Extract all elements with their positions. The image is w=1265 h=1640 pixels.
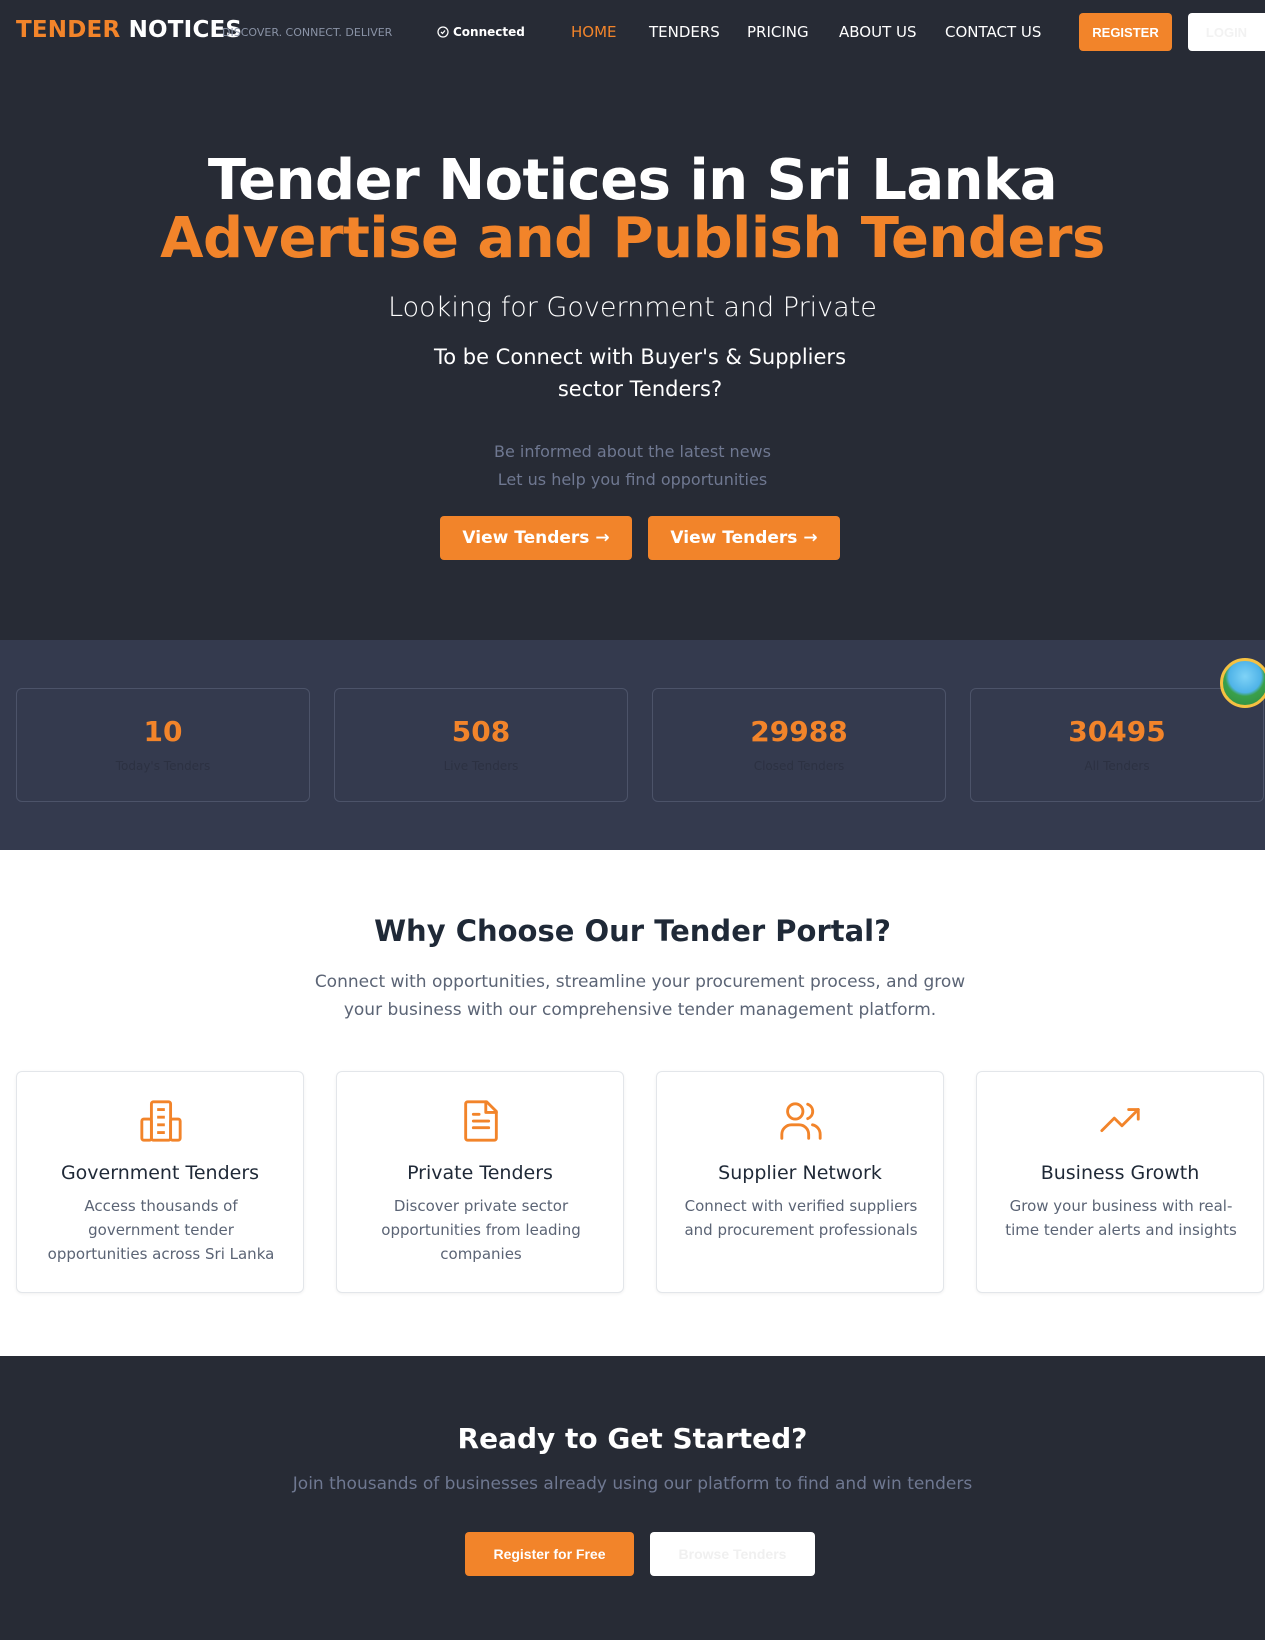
stat-card-today: 10 Today's Tenders: [16, 688, 310, 802]
nav-link-contact-us[interactable]: CONTACT US: [945, 23, 1041, 41]
hero-title-highlight: Advertise and Publish Tenders: [160, 206, 1105, 271]
nav-link-tenders[interactable]: TENDERS: [649, 23, 720, 41]
feature-card-description: Access thousands of government tender op…: [47, 1197, 275, 1263]
stat-card-closed: 29988 Closed Tenders: [652, 688, 946, 802]
stats-section: 10 Today's Tenders 508 Live Tenders 2998…: [0, 640, 1265, 850]
feature-card-title: Government Tenders: [60, 1162, 260, 1184]
register-button[interactable]: REGISTER: [1079, 13, 1172, 51]
features-title: Why Choose Our Tender Portal?: [374, 914, 891, 948]
login-button[interactable]: LOGIN: [1188, 13, 1265, 51]
connection-status-label: Connected: [453, 25, 525, 39]
stat-value: 10: [143, 715, 183, 748]
hero-info: Be informed about the latest news Let us…: [0, 438, 1265, 494]
feature-card-description: Connect with verified suppliers and proc…: [684, 1197, 918, 1239]
view-tenders-button-2[interactable]: View Tenders →: [648, 516, 840, 560]
brand-logo[interactable]: TENDER NOTICES: [16, 17, 242, 43]
stat-label: Closed Tenders: [753, 759, 845, 773]
hero-info-line1: Be informed about the latest news: [494, 442, 771, 461]
feature-card-growth: Business Growth Grow your business with …: [976, 1071, 1264, 1293]
hero-title: Tender Notices in Sri Lanka: [207, 148, 1058, 213]
stat-label: Today's Tenders: [115, 759, 211, 773]
hero-subtitle: Looking for Government and Private: [388, 292, 877, 323]
nav-link-pricing[interactable]: PRICING: [747, 23, 809, 41]
connection-status: Connected: [437, 25, 525, 39]
feature-card-government: Government Tenders Access thousands of g…: [16, 1071, 304, 1293]
stat-value: 508: [451, 715, 511, 748]
stat-value: 30495: [1068, 715, 1166, 748]
features-section: Why Choose Our Tender Portal? Connect wi…: [0, 850, 1265, 1356]
nav-link-about-us[interactable]: ABOUT US: [839, 23, 917, 41]
cta-title: Ready to Get Started?: [457, 1422, 808, 1455]
feature-card-description: Grow your business with real-time tender…: [1005, 1197, 1237, 1239]
hero-subtitle-secondary: To be Connect with Buyer's & Suppliers s…: [433, 345, 847, 401]
feature-card-private: Private Tenders Discover private sector …: [336, 1071, 624, 1293]
feature-card-supplier: Supplier Network Connect with verified s…: [656, 1071, 944, 1293]
brand-part1: TENDER: [16, 17, 121, 43]
cta-section: Ready to Get Started? Join thousands of …: [0, 1356, 1265, 1640]
nav-link-home[interactable]: HOME: [571, 23, 617, 41]
register-free-button[interactable]: Register for Free: [465, 1532, 634, 1576]
feature-card-title: Private Tenders: [407, 1162, 553, 1184]
feature-card-description: Discover private sector opportunities fr…: [381, 1197, 581, 1263]
cta-description: Join thousands of businesses already usi…: [292, 1474, 973, 1494]
building-icon: [140, 1100, 182, 1142]
hero-info-line2: Let us help you find opportunities: [497, 470, 768, 489]
users-icon: [780, 1102, 822, 1140]
stat-card-live: 508 Live Tenders: [334, 688, 628, 802]
stat-label: All Tenders: [1084, 759, 1150, 773]
check-circle-icon: [437, 26, 449, 38]
stat-card-all: 30495 All Tenders: [970, 688, 1264, 802]
top-navbar: TENDER NOTICES DISCOVER. CONNECT. DELIVE…: [0, 0, 1265, 64]
stat-value: 29988: [750, 715, 848, 748]
hero-section: Tender Notices in Sri Lanka Advertise an…: [0, 64, 1265, 640]
features-description: Connect with opportunities, streamline y…: [314, 972, 966, 1020]
document-icon: [464, 1100, 498, 1142]
view-tenders-button-1[interactable]: View Tenders →: [440, 516, 632, 560]
brand-tagline: DISCOVER. CONNECT. DELIVER: [222, 26, 393, 39]
feature-card-title: Business Growth: [1040, 1162, 1200, 1184]
stat-label: Live Tenders: [443, 759, 519, 773]
browse-tenders-button[interactable]: Browse Tenders: [650, 1532, 815, 1576]
feature-card-title: Supplier Network: [718, 1162, 882, 1184]
floating-widget-icon[interactable]: [1220, 658, 1265, 708]
trending-up-icon: [1100, 1108, 1140, 1133]
